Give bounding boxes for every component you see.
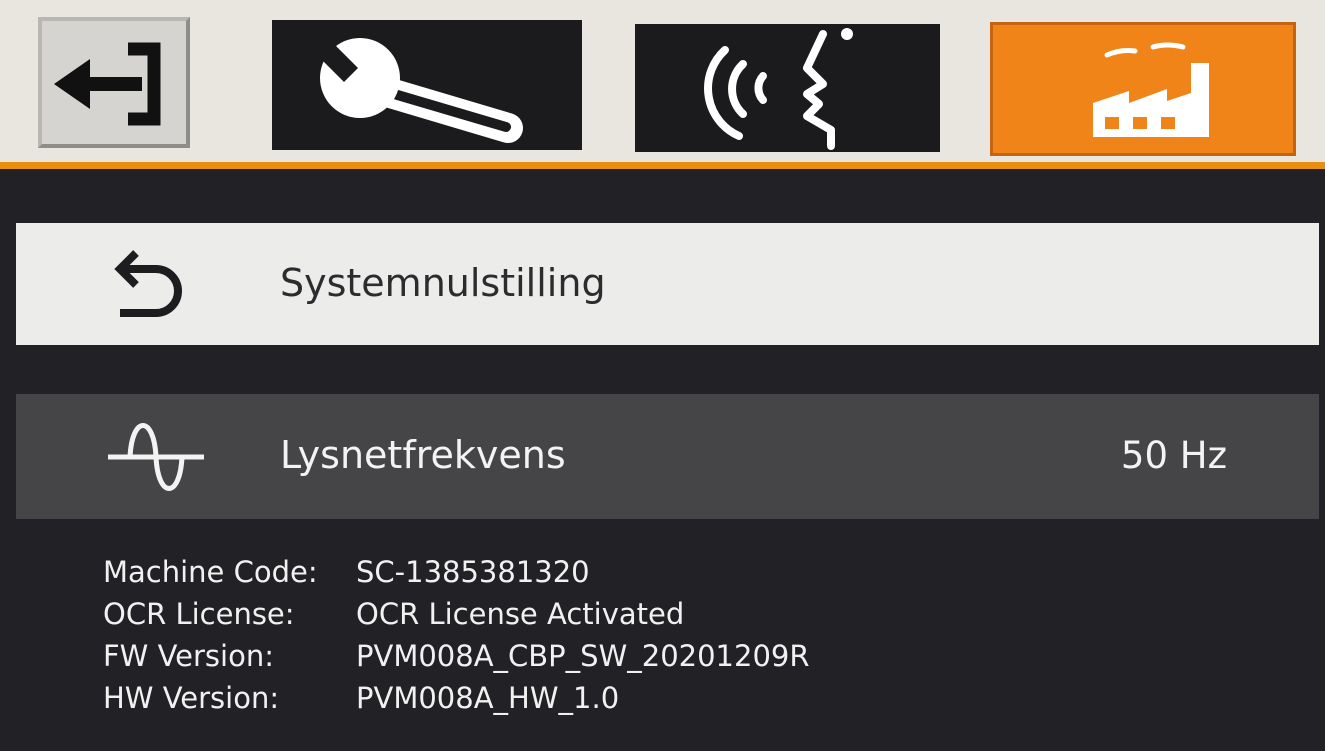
mains-frequency-label: Lysnetfrekvens [280, 433, 566, 477]
wrench-icon [312, 34, 523, 143]
device-screen: Systemnulstilling Lysnetfrekvens 50 Hz M… [0, 0, 1325, 751]
voice-tab[interactable] [635, 24, 940, 152]
factory-icon [1093, 42, 1209, 137]
menu-panel: Systemnulstilling Lysnetfrekvens 50 Hz M… [10, 169, 1325, 751]
mains-frequency-value: 50 Hz [1120, 434, 1227, 477]
info-value: OCR License Activated [356, 597, 685, 631]
info-key: Machine Code: [103, 555, 318, 589]
system-reset-label: Systemnulstilling [280, 261, 606, 305]
exit-arrow-icon [54, 42, 161, 126]
active-tab-indicator [0, 162, 1325, 169]
info-key: OCR License: [103, 597, 295, 631]
system-reset-row[interactable]: Systemnulstilling [16, 223, 1319, 345]
info-key: HW Version: [103, 681, 280, 715]
factory-tab[interactable] [990, 22, 1296, 156]
sine-wave-icon [108, 423, 204, 491]
exit-tab[interactable] [38, 17, 190, 148]
info-key: FW Version: [103, 639, 274, 673]
speaking-head-icon [704, 28, 853, 150]
reset-return-icon [114, 250, 182, 317]
settings-tab[interactable] [272, 20, 582, 150]
info-value: PVM008A_CBP_SW_20201209R [356, 639, 810, 673]
info-value: PVM008A_HW_1.0 [356, 681, 620, 715]
info-value: SC-1385381320 [356, 555, 590, 589]
top-tab-bar [0, 0, 1325, 169]
mains-frequency-row[interactable]: Lysnetfrekvens 50 Hz [16, 394, 1319, 519]
